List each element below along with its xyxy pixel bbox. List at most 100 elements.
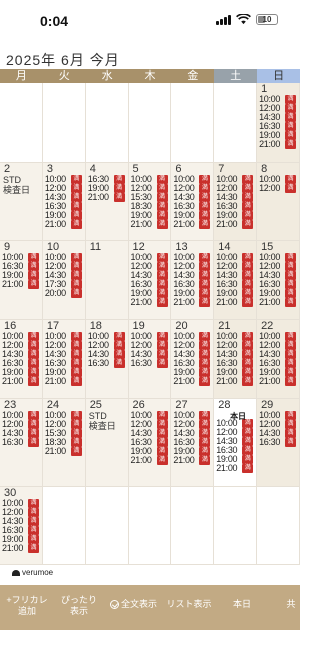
full-badge: 満 [156,271,168,280]
full-badge: 満 [28,544,39,553]
day-cell-20[interactable]: 20 10:00 満 12:00 満 14:30 満 16:30 満 19:00 満 21:00 満 [171,320,215,399]
day-cell-25[interactable]: 25 STD 検査日 [85,399,129,487]
day-cell-12[interactable]: 12 10:00 満 12:00 満 14:30 満 16:30 満 19:00 満 21:00 満 [128,241,172,320]
slot-time: 21:00 [130,455,152,465]
full-badge: 満 [70,447,82,456]
day-cell-8[interactable]: 8 10:00 満 12:00 満 [257,163,300,241]
day-cell-27[interactable]: 27 10:00 満 12:00 満 14:30 満 16:30 満 19:00 満 21:00 満 [171,399,215,487]
day-cell-7[interactable]: 7 10:00 満 12:00 満 14:30 満 16:30 満 19:00 満 21:00 満 [214,163,258,241]
day-cell-13[interactable]: 13 10:00 満 12:00 満 14:30 満 16:30 満 19:00 満 21:00 満 [171,241,215,320]
time-slot[interactable]: 21:00 満 [216,464,256,473]
month-title[interactable]: 2025年 6月 今月 [6,50,120,70]
today-button[interactable]: 本日 [228,599,256,610]
time-slot-list: 10:00 満 12:00 満 14:30 満 16:30 満 19:00 満 21:00 満 [214,253,256,307]
day-cell-2[interactable]: 2 STD 検査日 [0,163,43,241]
full-badge: 満 [285,95,297,104]
full-badge: 満 [70,420,82,429]
fit-view-button[interactable]: ぴったり 表示 [57,595,101,617]
slot-time: 21:00 [130,297,152,307]
time-slot[interactable]: 21:00 満 [173,220,213,229]
time-slot[interactable]: 21:00 満 [259,140,299,149]
add-furikare-button[interactable]: +フリカレ 追加 [4,595,50,617]
full-badge: 満 [199,262,211,271]
time-slot[interactable]: 20:00 満 [45,289,85,298]
day-cell-5[interactable]: 5 10:00 満 12:00 満 15:30 満 18:30 満 19:00 満 21:00 満 [128,163,172,241]
time-slot[interactable]: 16:30 満 [2,438,42,447]
day-cell-17[interactable]: 17 10:00 満 12:00 満 14:30 満 16:30 満 19:00 満 21:00 満 [42,320,86,399]
day-cell-14[interactable]: 14 10:00 満 12:00 満 14:30 満 16:30 満 19:00 満 21:00 満 [214,241,258,320]
full-badge: 満 [285,289,297,298]
day-cell-15[interactable]: 15 10:00 満 12:00 満 14:30 満 16:30 満 19:00 満 21:00 満 [257,241,300,320]
day-cell-10[interactable]: 10 10:00 満 12:00 満 14:30 満 17:30 満 20:00 満 [42,241,86,320]
time-slot[interactable]: 21:00 満 [2,377,42,386]
time-slot[interactable]: 12:00 満 [259,184,299,193]
time-slot[interactable]: 21:00 満 [131,220,171,229]
time-slot[interactable]: 21:00 満 [45,447,85,456]
full-badge: 満 [199,359,211,368]
slot-time: 21:00 [44,376,66,386]
full-badge: 満 [28,280,39,289]
time-slot[interactable]: 21:00 満 [88,193,128,202]
day-cell-4[interactable]: 4 16:30 満 19:00 満 21:00 満 [85,163,129,241]
day-cell-19[interactable]: 19 10:00 満 12:00 満 14:30 満 16:30 満 [128,320,172,399]
day-cell-30[interactable]: 30 10:00 満 12:00 満 14:30 満 16:30 満 19:00 満 21:00 満 [0,487,43,565]
full-badge: 満 [285,420,297,429]
slot-time: 21:00 [216,219,238,229]
battery-level: 10 [262,15,272,24]
time-slot[interactable]: 21:00 満 [2,544,42,553]
day-cell-1[interactable]: 1 10:00 満 12:00 満 14:30 満 16:30 満 19:00 満 21:00 満 [257,83,300,163]
day-cell-6[interactable]: 6 10:00 満 12:00 満 14:30 満 16:30 満 19:00 満 21:00 満 [171,163,215,241]
full-badge: 満 [285,175,297,184]
time-slot[interactable]: 21:00 満 [216,377,256,386]
week-row: 23 10:00 満 12:00 満 14:30 満 16:30 満 24 10:00 満 12:00 満… [0,399,300,487]
day-cell-26[interactable]: 26 10:00 満 12:00 満 14:30 満 16:30 満 19:00 満 21:00 満 [128,399,172,487]
day-cell-28[interactable]: 28 本日 10:00 満 12:00 満 14:30 満 16:30 満 19:00 満 21:00 満 [214,399,258,487]
day-cell-18[interactable]: 18 10:00 満 12:00 満 14:30 満 16:30 満 [85,320,129,399]
day-cell-22[interactable]: 22 10:00 満 12:00 満 14:30 満 16:30 満 19:00 満 21:00 満 [257,320,300,399]
full-badge: 満 [199,368,211,377]
time-slot[interactable]: 21:00 満 [216,298,256,307]
day-cell-29[interactable]: 29 10:00 満 12:00 満 14:30 満 16:30 満 [257,399,300,487]
time-slot[interactable]: 21:00 満 [216,220,256,229]
time-slot[interactable]: 21:00 満 [131,298,171,307]
day-cell-3[interactable]: 3 10:00 満 12:00 満 14:30 満 16:30 満 19:00 満 21:00 満 [42,163,86,241]
day-cell-21[interactable]: 21 10:00 満 12:00 満 14:30 満 16:30 満 19:00 満 21:00 満 [214,320,258,399]
full-badge: 満 [70,438,82,447]
wifi-icon [236,14,251,25]
time-slot[interactable]: 21:00 満 [259,377,299,386]
full-badge: 満 [28,438,39,447]
time-slot-list: 10:00 満 16:30 満 19:00 満 21:00 満 [0,253,42,289]
week-row: 2 STD 検査日 3 10:00 満 12:00 満 14:30 満 16:30 満 19:00 満 21… [0,163,300,241]
day-cell-9[interactable]: 9 10:00 満 16:30 満 19:00 満 21:00 満 [0,241,43,320]
share-button[interactable]: 共 [282,599,300,610]
calendar-grid: 1 10:00 満 12:00 満 14:30 満 16:30 満 19:00 満 21:00 満 2 ST… [0,83,300,565]
time-slot[interactable]: 21:00 満 [131,456,171,465]
week-row: 30 10:00 満 12:00 満 14:30 満 16:30 満 19:00 満 21:00 満 [0,487,300,565]
full-badge: 満 [156,350,168,359]
time-slot[interactable]: 21:00 満 [2,280,42,289]
time-slot-list: 10:00 満 12:00 満 14:30 満 16:30 満 19:00 満 21:00 満 [0,332,42,386]
day-cell-16[interactable]: 16 10:00 満 12:00 満 14:30 満 16:30 満 19:00 満 21:00 満 [0,320,43,399]
time-slot[interactable]: 16:30 満 [259,438,299,447]
weekday-sat: 土 [214,69,258,83]
full-badge: 満 [199,377,211,386]
time-slot[interactable]: 21:00 満 [173,377,213,386]
list-view-button[interactable]: リスト表示 [163,599,215,610]
full-text-toggle[interactable]: 全文表示 [110,599,168,610]
time-slot[interactable]: 21:00 満 [173,456,213,465]
time-slot[interactable]: 21:00 満 [173,298,213,307]
full-badge: 満 [199,332,211,341]
time-slot[interactable]: 21:00 満 [259,298,299,307]
day-cell-23[interactable]: 23 10:00 満 12:00 満 14:30 満 16:30 満 [0,399,43,487]
time-slot[interactable]: 21:00 満 [45,220,85,229]
day-cell-24[interactable]: 24 10:00 満 12:00 満 15:30 満 18:30 満 21:00 満 [42,399,86,487]
time-slot[interactable]: 21:00 満 [45,377,85,386]
time-slot[interactable]: 16:30 満 [88,359,128,368]
time-slot-list: 10:00 満 12:00 満 14:30 満 17:30 満 20:00 満 [43,253,85,298]
full-badge: 満 [285,377,297,386]
time-slot[interactable]: 16:30 満 [131,359,171,368]
empty-day-cell [0,83,43,163]
day-cell-11[interactable]: 11 [85,241,129,320]
full-badge: 満 [242,298,254,307]
full-badge: 満 [199,280,211,289]
